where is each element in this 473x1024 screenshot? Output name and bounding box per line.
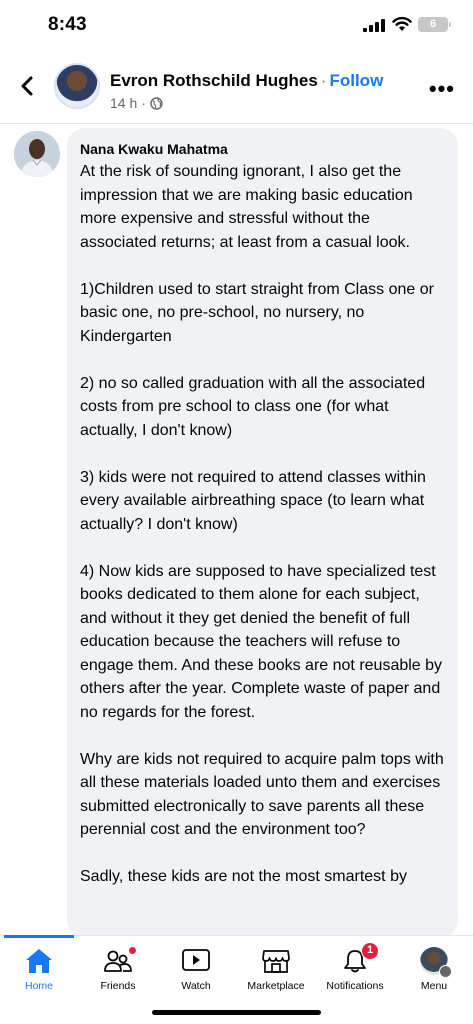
- tab-friends-label: Friends: [100, 980, 136, 992]
- status-time: 8:43: [48, 14, 87, 35]
- comment-paragraph: 1)Children used to start straight from C…: [80, 280, 434, 345]
- tab-notifications[interactable]: 1 Notifications: [318, 936, 392, 998]
- bottom-tab-bar: Home Friends Watch Marketplace 1 Notific…: [0, 935, 473, 1024]
- comment-paragraph: At the risk of sounding ignorant, I also…: [80, 163, 413, 251]
- notifications-badge: 1: [361, 942, 379, 960]
- follow-button[interactable]: Follow: [329, 71, 383, 90]
- comment-paragraph: 4) Now kids are supposed to have special…: [80, 562, 443, 721]
- status-bar: 8:43 6: [0, 0, 473, 52]
- comment-paragraph: 3) kids were not required to attend clas…: [80, 468, 426, 533]
- commenter-avatar[interactable]: [14, 131, 60, 177]
- meta-separator: ·: [141, 95, 146, 111]
- post-header: Evron Rothschild Hughes · Follow 14 h · ••…: [0, 52, 473, 124]
- more-options-icon[interactable]: •••: [429, 76, 455, 102]
- comment-bubble[interactable]: Nana Kwaku Mahatma At the risk of soundi…: [67, 128, 458, 938]
- back-arrow-icon[interactable]: [16, 74, 40, 98]
- wifi-icon: [392, 16, 412, 31]
- comment-paragraph: Why are kids not required to acquire pal…: [80, 750, 444, 839]
- tab-friends[interactable]: Friends: [83, 936, 153, 998]
- comment-paragraph: 2) no so called graduation with all the …: [80, 374, 426, 439]
- tab-home[interactable]: Home: [4, 936, 74, 998]
- menu-settings-icon: [439, 965, 452, 978]
- globe-icon: [150, 96, 163, 110]
- tab-notifications-label: Notifications: [326, 980, 384, 992]
- author-avatar[interactable]: [54, 63, 100, 109]
- signal-icon: [363, 19, 385, 32]
- author-name[interactable]: Evron Rothschild Hughes: [110, 71, 318, 90]
- post-timestamp[interactable]: 14 h: [110, 95, 137, 111]
- home-icon: [26, 949, 52, 973]
- separator-dot: ·: [320, 71, 327, 90]
- marketplace-icon: [262, 950, 290, 973]
- tab-watch[interactable]: Watch: [161, 936, 231, 998]
- tab-menu-label: Menu: [420, 980, 448, 992]
- tab-marketplace[interactable]: Marketplace: [238, 936, 314, 998]
- battery-indicator: 6: [418, 17, 451, 32]
- post-meta: 14 h ·: [110, 95, 163, 111]
- tab-marketplace-label: Marketplace: [247, 980, 305, 992]
- home-indicator: [152, 1010, 321, 1015]
- tab-watch-label: Watch: [181, 980, 211, 992]
- friends-badge-dot: [128, 946, 137, 955]
- commenter-name[interactable]: Nana Kwaku Mahatma: [80, 141, 444, 157]
- watch-icon: [182, 949, 210, 971]
- author-line: Evron Rothschild Hughes · Follow: [110, 71, 383, 91]
- tab-home-label: Home: [24, 980, 53, 992]
- comment-text: At the risk of sounding ignorant, I also…: [80, 160, 444, 889]
- comment-paragraph: Sadly, these kids are not the most smart…: [80, 868, 407, 885]
- menu-avatar: [420, 947, 452, 978]
- tab-menu[interactable]: Menu: [399, 936, 469, 998]
